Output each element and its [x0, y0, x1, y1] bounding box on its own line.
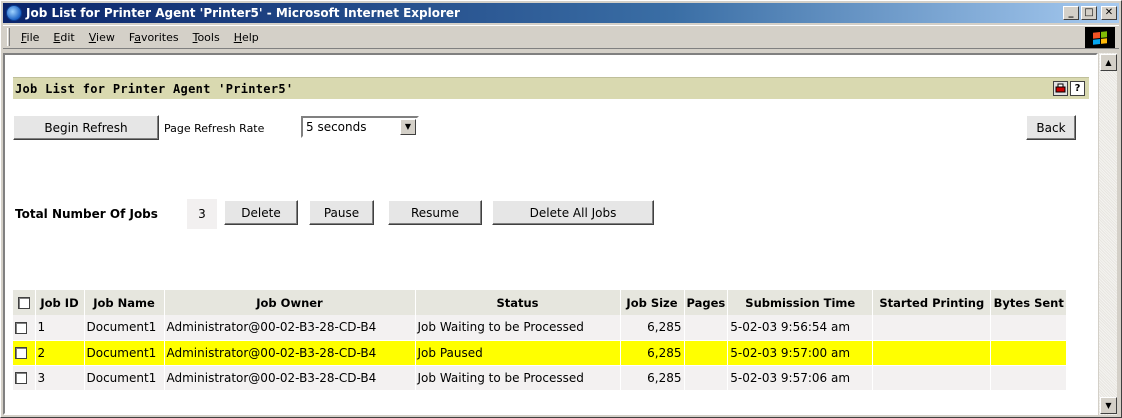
status-cell: Job Paused [415, 339, 621, 365]
total-jobs-label: Total Number Of Jobs [15, 207, 158, 221]
job-size-cell: 6,285 [620, 315, 685, 340]
header-icons: ? [1053, 81, 1085, 96]
job-owner-cell: Administrator@00-02-B3-28-CD-B4 [164, 364, 416, 390]
select-all-checkbox[interactable] [17, 297, 30, 309]
delete-all-jobs-button[interactable]: Delete All Jobs [492, 200, 654, 225]
bytes-sent-cell [990, 339, 1068, 365]
job-name-cell: Document1 [84, 364, 165, 390]
col-job-name[interactable]: Job Name [84, 290, 165, 315]
menu-favorites[interactable]: Favorites [122, 29, 186, 46]
submission-time-cell: 5-02-03 9:57:00 am [727, 339, 874, 365]
row-checkbox[interactable] [15, 347, 27, 359]
page-title: Job List for Printer Agent 'Printer5' [15, 81, 294, 96]
menu-edit[interactable]: Edit [46, 29, 81, 46]
started-printing-cell [872, 339, 992, 365]
pages-cell [684, 339, 729, 365]
resume-button[interactable]: Resume [388, 200, 482, 225]
col-bytes-sent[interactable]: Bytes Sent [990, 290, 1068, 315]
col-job-id[interactable]: Job ID [35, 290, 85, 315]
page-header: Job List for Printer Agent 'Printer5' ? [13, 77, 1089, 99]
status-cell: Job Waiting to be Processed [415, 315, 621, 340]
window-title: Job List for Printer Agent 'Printer5' - … [26, 6, 460, 20]
refresh-rate-value: 5 seconds [306, 120, 367, 134]
table-row[interactable]: 3 Document1 Administrator@00-02-B3-28-CD… [13, 364, 1068, 390]
row-checkbox-cell [13, 339, 36, 365]
menu-help[interactable]: Help [227, 29, 266, 46]
status-cell: Job Waiting to be Processed [415, 364, 621, 390]
bytes-sent-cell [990, 315, 1068, 340]
title-bar[interactable]: Job List for Printer Agent 'Printer5' - … [3, 3, 1119, 23]
pages-cell [684, 364, 729, 390]
scroll-up-arrow-icon[interactable]: ▲ [1100, 54, 1117, 71]
started-printing-cell [872, 315, 992, 340]
bytes-sent-cell [990, 364, 1068, 390]
col-status[interactable]: Status [415, 290, 621, 315]
menu-bar: File Edit View Favorites Tools Help [3, 25, 1119, 49]
printer-icon[interactable] [1053, 81, 1068, 96]
menu-view[interactable]: View [82, 29, 122, 46]
job-name-cell: Document1 [84, 339, 165, 365]
row-checkbox[interactable] [15, 372, 27, 385]
minimize-button[interactable]: _ [1063, 6, 1079, 20]
col-job-owner[interactable]: Job Owner [164, 290, 416, 315]
job-size-cell: 6,285 [620, 339, 685, 365]
job-table: Job ID Job Name Job Owner Status Job Siz… [13, 290, 1068, 390]
page-content: Job List for Printer Agent 'Printer5' ? … [3, 53, 1098, 415]
menu-file[interactable]: File [14, 29, 46, 46]
maximize-button[interactable]: □ [1081, 6, 1097, 20]
pause-button[interactable]: Pause [309, 200, 374, 225]
ie-icon [6, 5, 22, 21]
total-jobs-value: 3 [187, 199, 217, 229]
windows-logo-icon [1085, 27, 1115, 48]
job-name-cell: Document1 [84, 315, 165, 340]
job-id-cell: 2 [35, 339, 85, 365]
refresh-rate-label: Page Refresh Rate [164, 122, 265, 135]
started-printing-cell [872, 364, 992, 390]
vertical-scrollbar[interactable]: ▲ ▼ [1098, 53, 1117, 415]
job-id-cell: 3 [35, 364, 85, 390]
col-submission-time[interactable]: Submission Time [727, 290, 874, 315]
window-controls: _ □ ✕ [1063, 6, 1117, 20]
browser-window: Job List for Printer Agent 'Printer5' - … [0, 0, 1122, 418]
row-checkbox-cell [13, 364, 36, 390]
scroll-down-arrow-icon[interactable]: ▼ [1100, 397, 1117, 414]
delete-button[interactable]: Delete [224, 200, 298, 225]
help-icon[interactable]: ? [1070, 81, 1085, 96]
submission-time-cell: 5-02-03 9:56:54 am [727, 315, 874, 340]
col-job-size[interactable]: Job Size [620, 290, 685, 315]
row-checkbox[interactable] [15, 321, 27, 334]
job-id-cell: 1 [35, 315, 85, 340]
close-button[interactable]: ✕ [1101, 6, 1117, 20]
select-all-cell [13, 290, 36, 315]
submission-time-cell: 5-02-03 9:57:06 am [727, 364, 874, 390]
job-size-cell: 6,285 [620, 364, 685, 390]
row-checkbox-cell [13, 315, 36, 340]
job-owner-cell: Administrator@00-02-B3-28-CD-B4 [164, 315, 416, 340]
job-owner-cell: Administrator@00-02-B3-28-CD-B4 [164, 339, 416, 365]
dropdown-arrow-icon[interactable]: ▼ [400, 119, 416, 135]
table-header-row: Job ID Job Name Job Owner Status Job Siz… [13, 290, 1068, 315]
table-row[interactable]: 2 Document1 Administrator@00-02-B3-28-CD… [13, 339, 1068, 365]
refresh-rate-select[interactable]: 5 seconds ▼ [301, 116, 419, 138]
menu-tools[interactable]: Tools [186, 29, 227, 46]
pages-cell [684, 315, 729, 340]
table-row[interactable]: 1 Document1 Administrator@00-02-B3-28-CD… [13, 315, 1068, 340]
begin-refresh-button[interactable]: Begin Refresh [13, 115, 159, 140]
menu-grip[interactable] [7, 28, 10, 46]
job-list-page: Job List for Printer Agent 'Printer5' ? [13, 77, 1089, 99]
col-pages[interactable]: Pages [684, 290, 729, 315]
col-started-printing[interactable]: Started Printing [872, 290, 992, 315]
back-button[interactable]: Back [1026, 115, 1076, 140]
